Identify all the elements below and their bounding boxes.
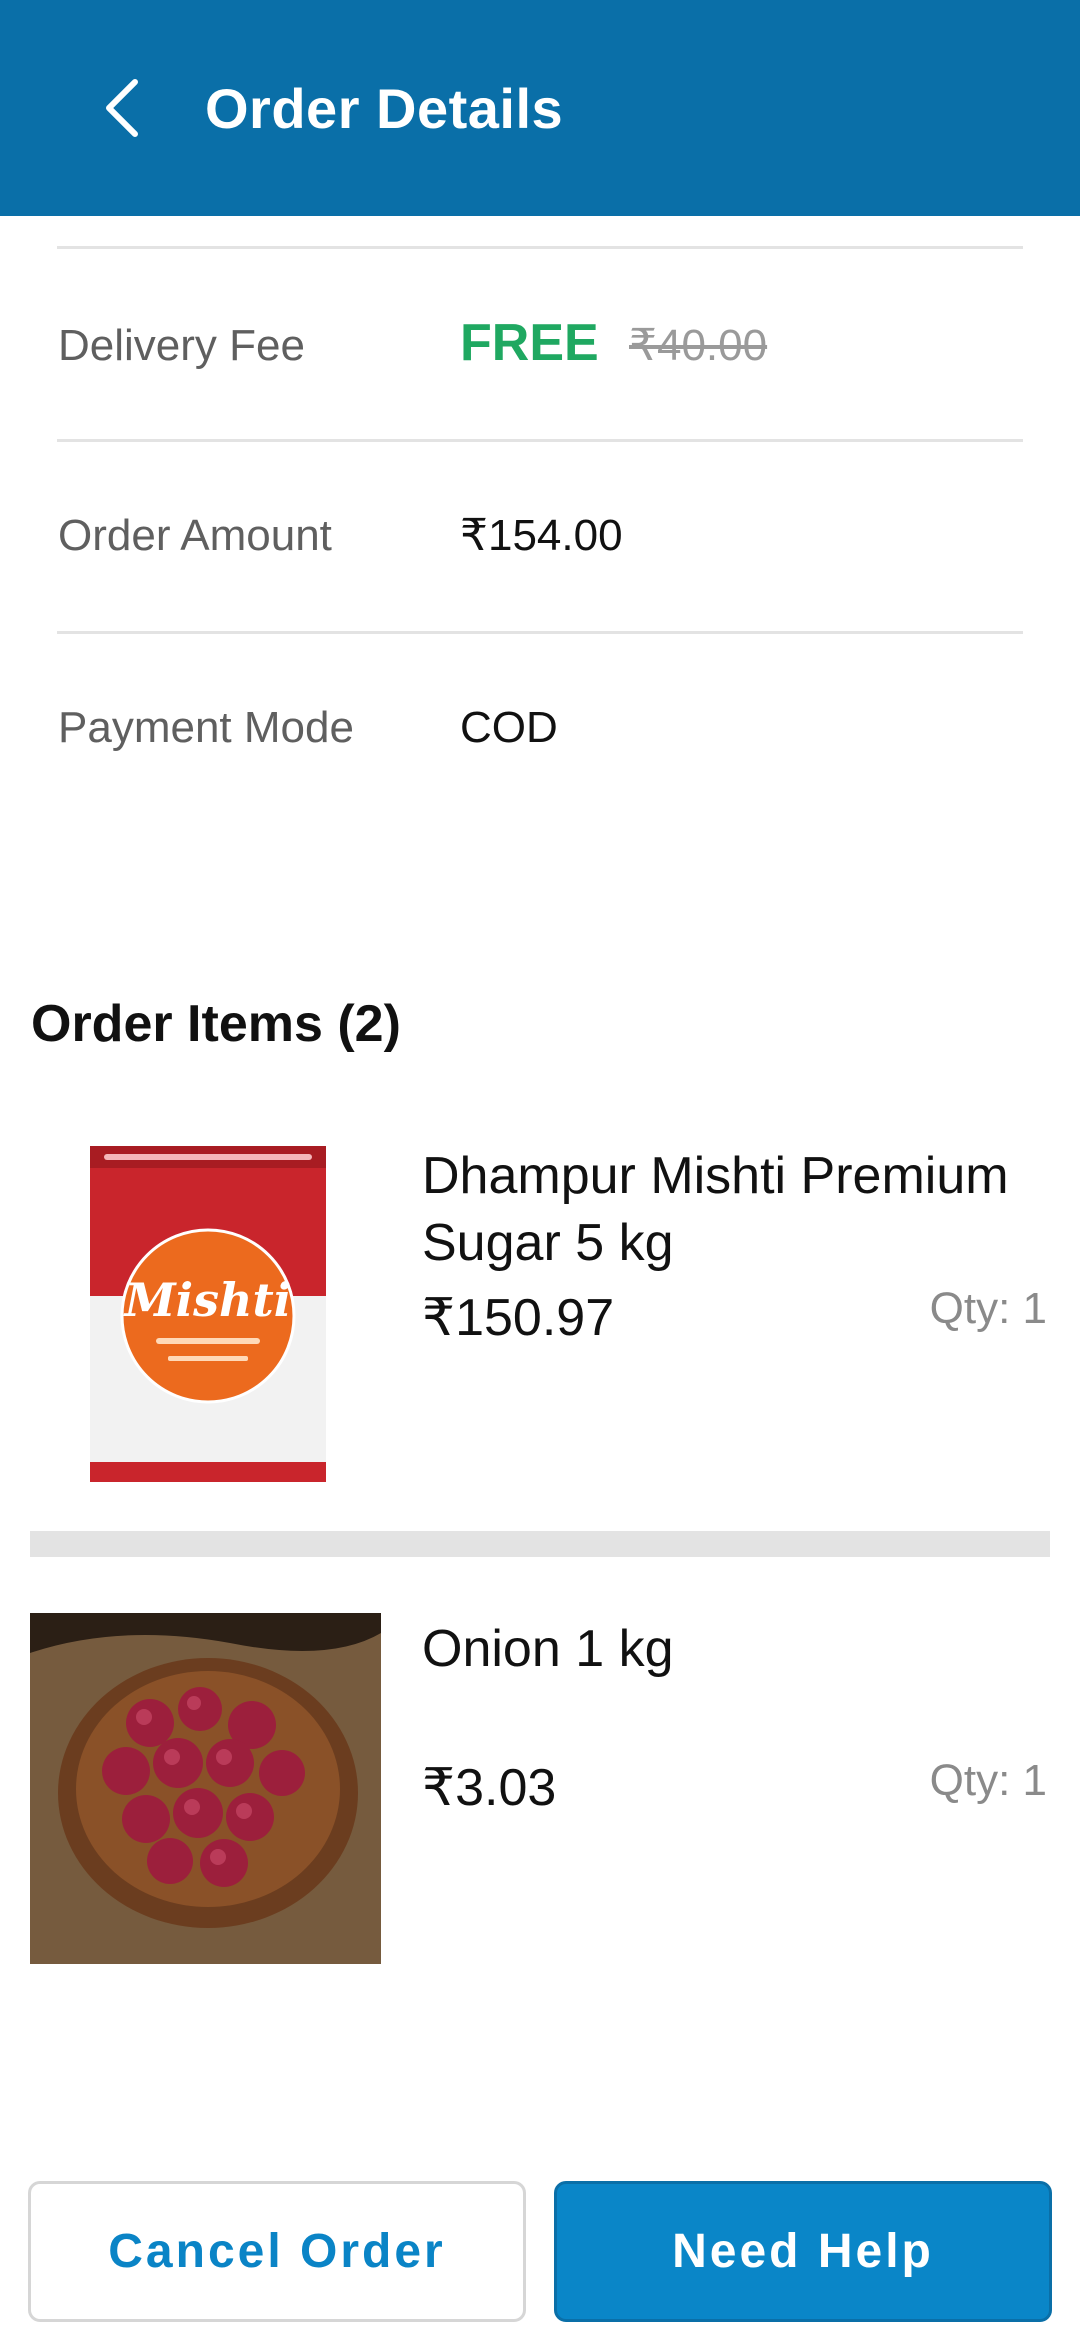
need-help-button[interactable]: Need Help [554,2181,1052,2322]
delivery-fee-label: Delivery Fee [58,321,305,370]
sugar-brand-logo: Mishti [123,1273,291,1327]
item-price: ₹150.97 [422,1289,615,1347]
payment-mode-label: Payment Mode [58,703,354,752]
app-bar: Order Details [0,0,1080,216]
item-name[interactable]: Onion 1 kg [422,1616,1042,1683]
payment-mode-value: COD [460,703,558,752]
divider [57,631,1023,634]
delivery-fee-value: FREE [460,314,599,372]
item-price: ₹3.03 [422,1759,557,1817]
item-qty: Qty: 1 [929,1284,1047,1333]
divider [57,246,1023,249]
chevron-left-icon [106,79,138,137]
cancel-order-button[interactable]: Cancel Order [28,2181,526,2322]
item-qty: Qty: 1 [929,1756,1047,1805]
sugar-pack-image[interactable]: Mishti [60,1120,360,1500]
back-button[interactable] [85,60,157,156]
divider [57,439,1023,442]
item-separator [30,1531,1050,1557]
item-name[interactable]: Dhampur Mishti Premium Sugar 5 kg [422,1143,1042,1277]
order-amount-label: Order Amount [58,511,332,560]
page-title: Order Details [205,77,564,140]
order-items-heading: Order Items (2) [31,995,401,1053]
order-amount-value: ₹154.00 [460,511,623,560]
delivery-fee-original: ₹40.00 [629,321,768,370]
onions-bowl-image[interactable] [30,1613,381,1964]
